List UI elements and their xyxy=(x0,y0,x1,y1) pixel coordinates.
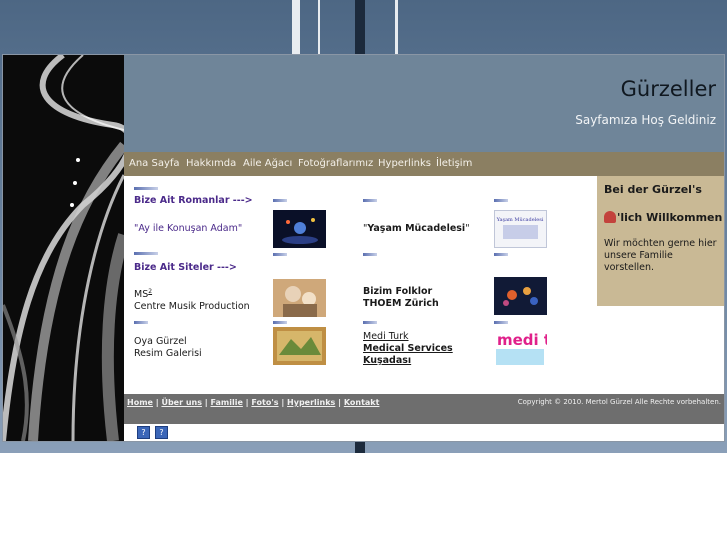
decorative-dash xyxy=(134,321,148,324)
decorative-dash xyxy=(363,321,377,324)
site-3-line-1: Oya Gürzel xyxy=(134,336,187,347)
footer-links: Home | Über uns | Familie | Foto's | Hyp… xyxy=(127,398,379,407)
site-1-line-2: Centre Musik Production xyxy=(134,301,250,313)
background-mast xyxy=(395,0,398,54)
novel-2-cover-image[interactable]: Yaşam Mücadelesi xyxy=(494,210,547,248)
site-2-thumbnail[interactable] xyxy=(494,277,547,315)
book-cover-text: Yaşam Mücadelesi xyxy=(496,217,544,223)
background-mast xyxy=(318,0,320,54)
site-3-thumbnail[interactable] xyxy=(273,327,326,365)
help-icon[interactable]: ? xyxy=(155,426,168,439)
site-header: Gürzeller Sayfamıza Hoş Geldiniz xyxy=(124,55,724,152)
decorative-dash xyxy=(273,253,287,256)
nav-item-hyperlinks[interactable]: Hyperlinks xyxy=(378,158,431,169)
meditu-logo[interactable]: medi turk xyxy=(494,329,580,367)
section-title-novels[interactable]: Bize Ait Romanlar ---> xyxy=(134,195,253,206)
site-2-line-1: Bizim Folklor xyxy=(363,286,433,297)
site-4-line-1: Medi Turk xyxy=(363,331,409,342)
background-mast xyxy=(355,0,365,54)
sidebar-heading-text: 'lich Willkommen xyxy=(617,211,723,224)
site-2-line-2: THOEM Zürich xyxy=(363,298,439,309)
decorative-dash xyxy=(273,321,287,324)
nav-item-fotograflarimiz[interactable]: Fotoğraflarımız xyxy=(298,158,373,169)
decorative-dash xyxy=(363,199,377,202)
background-mast xyxy=(355,442,365,453)
novel-1-cover-image[interactable] xyxy=(273,210,326,248)
heart-icon xyxy=(604,211,616,223)
site-subtitle: Sayfamıza Hoş Geldiniz xyxy=(575,113,716,127)
help-icon[interactable]: ? xyxy=(137,426,150,439)
site-3-line-2: Resim Galerisi xyxy=(134,348,202,359)
novel-2-title: Yaşam Mücadelesi xyxy=(367,223,466,234)
site-link-oya[interactable]: Oya Gürzel Resim Galerisi xyxy=(134,336,202,360)
footer-link-kontakt[interactable]: Kontakt xyxy=(344,398,380,407)
sidebar-heading-welcome: 'lich Willkommen xyxy=(604,211,722,224)
footer-link-uber-uns[interactable]: Über uns xyxy=(161,398,202,407)
site-1-line-1: MS xyxy=(134,289,149,301)
site-title: Gürzeller xyxy=(620,77,716,101)
section-title-sites[interactable]: Bize Ait Siteler ---> xyxy=(134,262,237,273)
background-mast xyxy=(292,0,300,54)
site-4-line-3: Kuşadası xyxy=(363,355,412,366)
site-footer: Home | Über uns | Familie | Foto's | Hyp… xyxy=(124,394,724,424)
nav-item-ana-sayfa[interactable]: Ana Sayfa xyxy=(129,158,180,169)
decorative-dash xyxy=(494,321,508,324)
footer-separator: | xyxy=(335,398,344,407)
site-link-ms2[interactable]: MS2 Centre Musik Production xyxy=(134,286,250,313)
decorative-dash xyxy=(134,252,158,255)
main-nav: Ana Sayfa Hakkımda Aile Ağacı Fotoğrafla… xyxy=(124,152,724,176)
footer-link-home[interactable]: Home xyxy=(127,398,153,407)
decorative-dash xyxy=(134,187,158,190)
welcome-sidebar: Bei der Gürzel's 'lich Willkommen Wir mö… xyxy=(597,176,724,306)
site-4-line-2: Medical Services xyxy=(363,343,453,354)
decorative-dash xyxy=(273,199,287,202)
footer-link-familie[interactable]: Familie xyxy=(210,398,242,407)
page-frame: Gürzeller Sayfamıza Hoş Geldiniz Ana Say… xyxy=(2,54,725,442)
site-1-thumbnail[interactable] xyxy=(273,279,326,317)
novel-2-quote-close: " xyxy=(465,223,470,234)
decorative-dash xyxy=(363,253,377,256)
footer-link-fotos[interactable]: Foto's xyxy=(251,398,278,407)
site-1-sup: 2 xyxy=(148,288,153,295)
highway-photo xyxy=(3,55,124,441)
novel-link-2[interactable]: "Yaşam Mücadelesi" xyxy=(363,223,470,234)
nav-item-iletisim[interactable]: İletişim xyxy=(436,158,472,169)
nav-item-hakkimda[interactable]: Hakkımda xyxy=(186,158,236,169)
footer-separator: | xyxy=(278,398,288,407)
nav-item-aile-agaci[interactable]: Aile Ağacı xyxy=(243,158,292,169)
decorative-dash xyxy=(494,199,508,202)
copyright-text: Copyright © 2010. Mertol Gürzel Alle Rec… xyxy=(517,398,721,406)
decorative-dash xyxy=(494,253,508,256)
novel-link-1[interactable]: "Ay ile Konuşan Adam" xyxy=(134,223,242,234)
meditu-logo-text: medi turk xyxy=(497,331,547,349)
site-link-folklor[interactable]: Bizim Folklor THOEM Zürich xyxy=(363,286,439,310)
sidebar-heading: Bei der Gürzel's xyxy=(604,183,702,196)
site-link-meditu[interactable]: Medi Turk Medical Services Kuşadası xyxy=(363,331,453,367)
footer-link-hyperlinks[interactable]: Hyperlinks xyxy=(287,398,335,407)
sidebar-text: Wir möchten gerne hier unsere Familie vo… xyxy=(604,238,717,273)
